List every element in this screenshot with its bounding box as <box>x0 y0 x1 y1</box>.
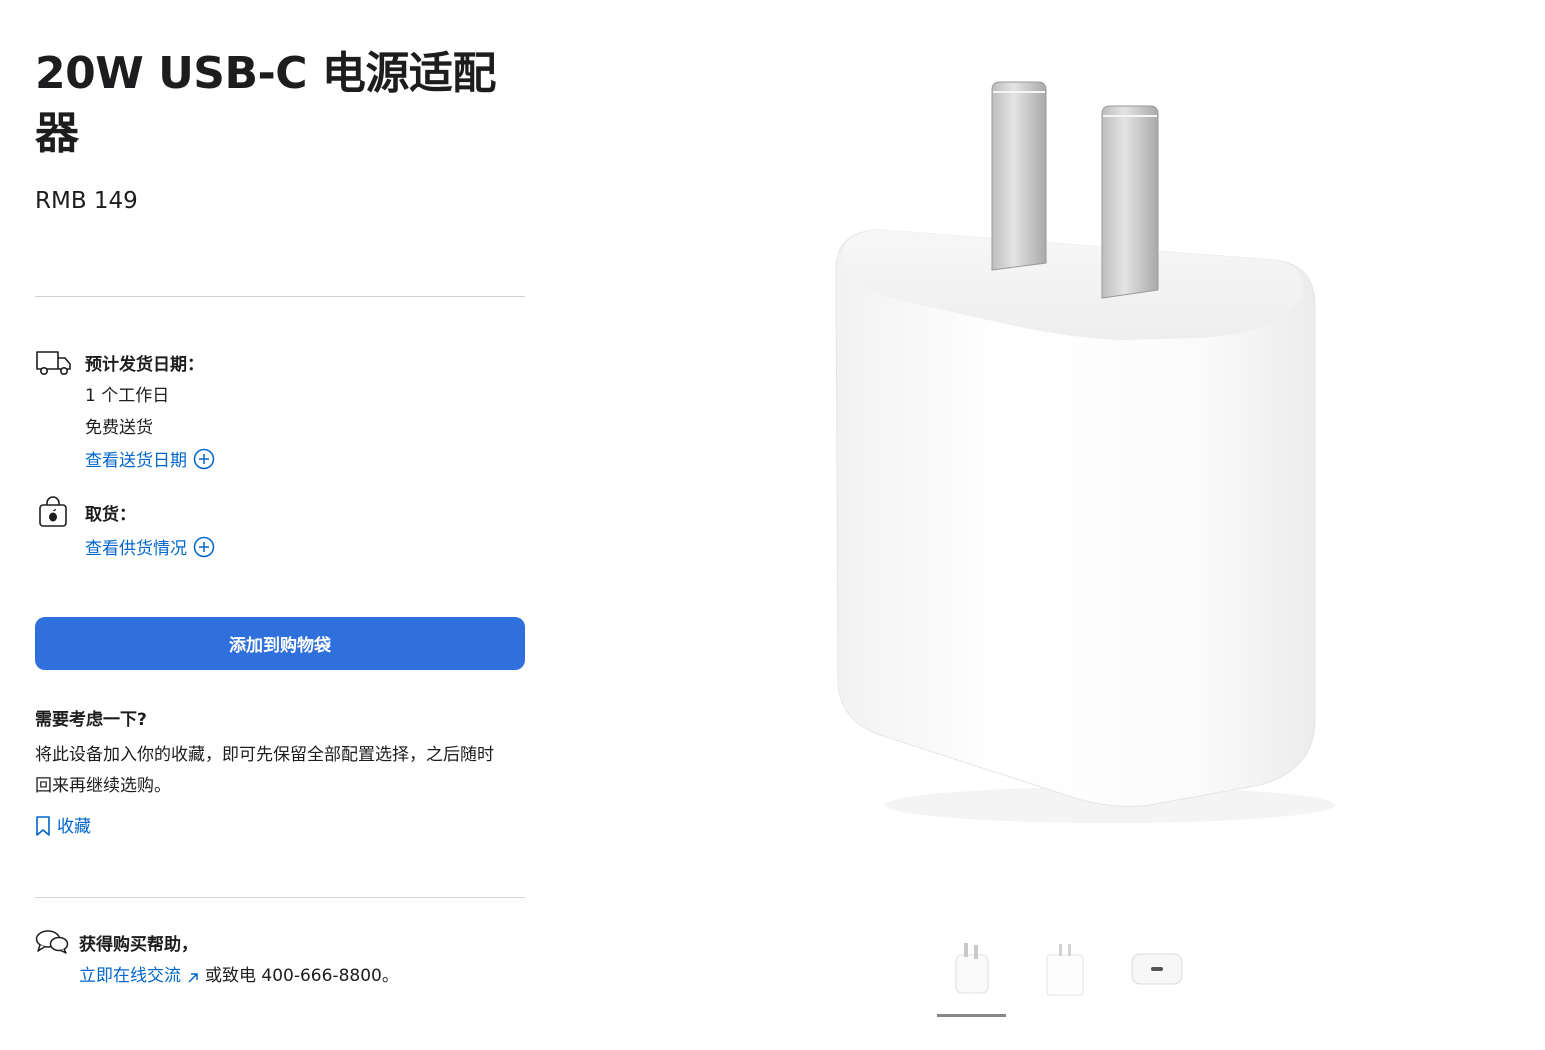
online-chat-link[interactable]: 立即在线交流 <box>79 966 181 986</box>
thumbnail-front-view[interactable] <box>937 935 1007 1005</box>
save-to-favorites-link[interactable]: 收藏 <box>35 815 91 839</box>
divider <box>35 897 525 898</box>
view-delivery-dates-link[interactable]: 查看送货日期 <box>85 448 215 477</box>
plus-circle-icon <box>193 448 215 477</box>
product-image-power-adapter <box>820 70 1340 830</box>
thumbnail-usb-c-port-view[interactable] <box>1123 935 1193 1005</box>
product-price: RMB 149 <box>35 188 138 214</box>
delivery-time: 1 个工作日 <box>85 386 170 406</box>
plus-circle-icon <box>193 536 215 565</box>
help-title: 获得购买帮助， <box>79 935 198 955</box>
consider-title: 需要考虑一下? <box>35 710 147 730</box>
view-delivery-dates-label: 查看送货日期 <box>85 451 187 471</box>
help-contact-row: 立即在线交流 或致电 400-666-8800。 <box>79 964 399 991</box>
save-label: 收藏 <box>57 817 91 837</box>
chat-bubbles-icon <box>35 929 69 955</box>
divider <box>35 296 525 297</box>
thumbnail-back-view[interactable] <box>1030 935 1100 1005</box>
phone-text: 或致电 400-666-8800。 <box>205 966 399 986</box>
bookmark-icon <box>35 816 57 837</box>
gallery-thumbnails <box>937 935 1197 1020</box>
consider-description: 将此设备加入你的收藏，即可先保留全部配置选择，之后随时回来再继续选购。 <box>35 745 494 796</box>
pickup-label: 取货： <box>85 505 136 525</box>
delivery-label: 预计发货日期： <box>85 355 204 375</box>
view-availability-label: 查看供货情况 <box>85 539 187 559</box>
selected-thumbnail-indicator <box>937 1014 1006 1017</box>
delivery-truck-icon <box>35 349 73 377</box>
external-arrow-icon <box>187 967 199 991</box>
view-availability-link[interactable]: 查看供货情况 <box>85 536 215 565</box>
add-to-bag-button[interactable]: 添加到购物袋 <box>35 617 525 670</box>
product-title: 20W USB-C 电源适配器 <box>35 48 496 159</box>
store-bag-icon <box>38 496 68 528</box>
delivery-shipping: 免费送货 <box>85 418 153 438</box>
